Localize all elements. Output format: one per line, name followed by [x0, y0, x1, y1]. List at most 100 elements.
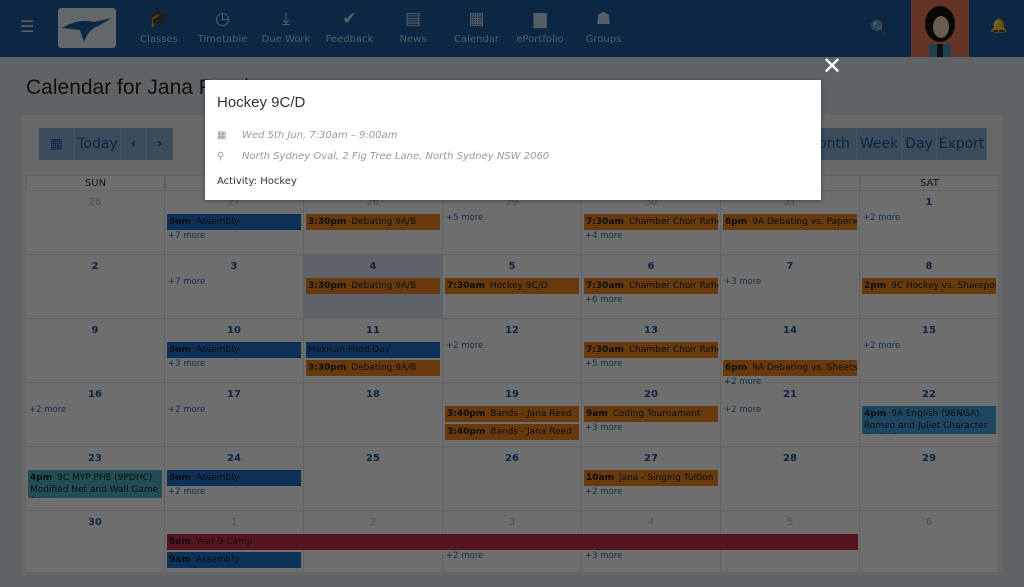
day-number[interactable]: 28: [721, 453, 859, 464]
calendar-event[interactable]: 3:30pm Debating 9A/B: [306, 278, 440, 294]
more-events-link[interactable]: +3 more: [585, 551, 622, 561]
day-number[interactable]: 29: [860, 453, 998, 464]
day-cell[interactable]: 3 +7 more: [165, 255, 304, 319]
day-cell[interactable]: 22 4pm 9A English (9ENGA) Romeo and Juliet …: [860, 383, 999, 447]
notifications-bell-icon[interactable]: 🔔: [990, 18, 1007, 34]
day-cell[interactable]: 29 +5 more: [443, 191, 582, 255]
calendar-event[interactable]: 9am Assembly: [167, 214, 301, 230]
day-cell[interactable]: 307:30amChamber Choir Rehearsal+4 more: [582, 191, 721, 255]
more-events-link[interactable]: +2 more: [168, 405, 205, 415]
calendar-event[interactable]: 6pm 9A Debating vs. Sheets G: [723, 360, 857, 376]
day-view-button[interactable]: Day: [902, 128, 937, 160]
day-cell[interactable]: 21 +2 more: [721, 383, 860, 447]
calendar-event[interactable]: 7:30am Chamber Choir Rehearsal: [584, 214, 718, 230]
day-number[interactable]: 21: [721, 389, 859, 400]
day-cell[interactable]: 27 9am Assembly +7 more: [165, 191, 304, 255]
day-cell[interactable]: 2: [26, 255, 165, 319]
more-events-link[interactable]: +3 more: [168, 359, 205, 369]
nav-item-news[interactable]: ▤ News: [378, 8, 448, 45]
day-number[interactable]: 6: [860, 517, 998, 528]
day-number[interactable]: 2: [304, 517, 442, 528]
day-cell[interactable]: 13 7:30am Chamber Choir Rehearsal +5 more: [582, 319, 721, 383]
day-cell[interactable]: 24 9am Assembly +2 more: [165, 447, 304, 511]
calendar-event[interactable]: Mexican Food Day: [306, 342, 440, 358]
search-icon[interactable]: 🔍: [870, 19, 889, 37]
more-events-link[interactable]: +7 more: [168, 231, 205, 241]
next-button[interactable]: ›: [147, 128, 173, 160]
day-number[interactable]: 12: [443, 325, 581, 336]
calendar-event[interactable]: 9am Assembly: [167, 552, 301, 568]
more-events-link[interactable]: +2 more: [29, 405, 66, 415]
day-number[interactable]: 14: [721, 325, 859, 336]
calendar-event[interactable]: 4pm 9C MYP PHE (9PDHC) Modified Net and Wa…: [28, 470, 162, 498]
day-number[interactable]: 8: [860, 261, 998, 272]
more-events-link[interactable]: +3 more: [724, 277, 761, 287]
calendar-event[interactable]: 3:40pm Bands - Jana Reed: [445, 424, 579, 440]
day-number[interactable]: 11: [304, 325, 442, 336]
day-number[interactable]: 26: [443, 453, 581, 464]
nav-item-feedback[interactable]: ✔ Feedback: [315, 8, 385, 45]
day-number[interactable]: 5: [443, 261, 581, 272]
calendar-event[interactable]: 3:30pm Debating 9A/B: [306, 214, 440, 230]
day-number[interactable]: 2: [26, 261, 164, 272]
multi-day-event[interactable]: 8am Year 9 Camp: [167, 534, 858, 550]
day-number[interactable]: 30: [26, 517, 164, 528]
calendar-event[interactable]: 9am Assembly: [167, 470, 301, 486]
day-number[interactable]: 16: [26, 389, 164, 400]
more-events-link[interactable]: +5 more: [446, 213, 483, 223]
day-number[interactable]: 17: [165, 389, 303, 400]
nav-item-timetable[interactable]: ◷ Timetable: [188, 8, 258, 45]
nav-item-calendar[interactable]: ▦ Calendar: [442, 8, 512, 45]
day-cell[interactable]: 26: [443, 447, 582, 511]
day-number[interactable]: 4: [582, 517, 720, 528]
day-number[interactable]: 10: [165, 325, 303, 336]
day-cell[interactable]: 29: [860, 447, 999, 511]
calendar-event[interactable]: 7:30am Hockey 9C/D: [445, 278, 579, 294]
day-number[interactable]: 24: [165, 453, 303, 464]
close-icon[interactable]: ✕: [822, 52, 842, 80]
day-cell[interactable]: 5 7:30am Hockey 9C/D: [443, 255, 582, 319]
day-cell[interactable]: 18: [304, 383, 443, 447]
day-number[interactable]: 23: [26, 453, 164, 464]
nav-item-eportfolio[interactable]: ▆ ePortfolio: [505, 8, 575, 45]
day-cell[interactable]: 16 +2 more: [26, 383, 165, 447]
day-cell[interactable]: 17 +2 more: [165, 383, 304, 447]
day-number[interactable]: 9: [26, 325, 164, 336]
day-number[interactable]: 5: [721, 517, 859, 528]
day-number[interactable]: 6: [582, 261, 720, 272]
day-cell[interactable]: 30: [26, 511, 165, 573]
day-number[interactable]: 1: [860, 197, 998, 208]
day-number[interactable]: 3: [443, 517, 581, 528]
today-button[interactable]: Today: [75, 128, 121, 160]
menu-icon[interactable]: ☰: [20, 19, 36, 35]
calendar-event[interactable]: 4pm 9A English (9ENGA) Romeo and Juliet Ch…: [862, 406, 996, 434]
day-number[interactable]: 22: [860, 389, 998, 400]
day-cell[interactable]: 6 7:30am Chamber Choir Rehearsal +6 more: [582, 255, 721, 319]
export-button[interactable]: Export: [937, 128, 987, 160]
day-cell[interactable]: 8 2pm 9C Hockey vs. Sharepoint: [860, 255, 999, 319]
day-cell[interactable]: 25: [304, 447, 443, 511]
avatar[interactable]: [911, 0, 969, 57]
date-picker-button[interactable]: ▦: [39, 128, 75, 160]
day-cell[interactable]: 10 9am Assembly +3 more: [165, 319, 304, 383]
more-events-link[interactable]: +3 more: [585, 423, 622, 433]
day-cell[interactable]: 15 +2 more: [860, 319, 999, 383]
nav-item-due-work[interactable]: ⤓ Due Work: [251, 8, 321, 45]
nav-item-classes[interactable]: 🎓 Classes: [124, 8, 194, 45]
day-cell[interactable]: 14 6pm 9A Debating vs. Sheets G +2 more: [721, 319, 860, 387]
day-number[interactable]: 27: [582, 453, 720, 464]
calendar-event[interactable]: 7:30am Chamber Choir Rehearsal: [584, 278, 718, 294]
more-events-link[interactable]: +2 more: [168, 487, 205, 497]
day-number[interactable]: 4: [304, 261, 442, 272]
day-cell[interactable]: 19 3:40pm Bands - Jana Reed 3:40pm Bands - J…: [443, 383, 582, 447]
calendar-event[interactable]: 9am Coding Tournament: [584, 406, 718, 422]
day-number[interactable]: 18: [304, 389, 442, 400]
day-number[interactable]: 26: [26, 197, 164, 208]
more-events-link[interactable]: +2 more: [585, 487, 622, 497]
day-cell[interactable]: 20 9am Coding Tournament +3 more: [582, 383, 721, 447]
calendar-event[interactable]: 9am Assembly: [167, 342, 301, 358]
day-cell[interactable]: 6: [860, 511, 999, 573]
day-cell[interactable]: 4 3:30pm Debating 9A/B: [304, 255, 443, 319]
day-number[interactable]: 1: [165, 517, 303, 528]
day-cell[interactable]: 12 +2 more: [443, 319, 582, 383]
